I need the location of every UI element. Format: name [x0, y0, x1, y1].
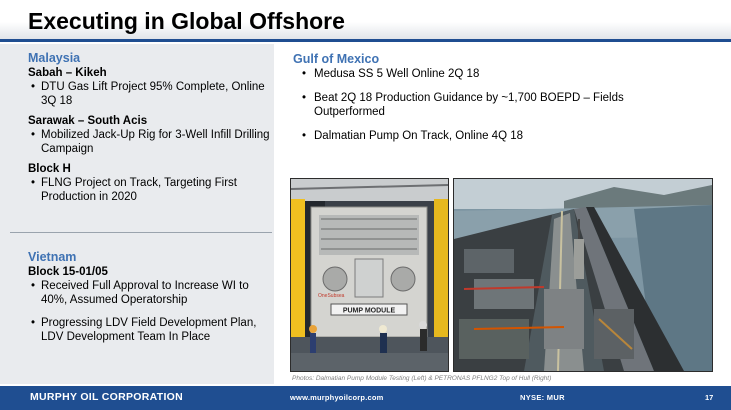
- group-heading: Sabah – Kikeh: [28, 67, 107, 79]
- group-heading: Block H: [28, 163, 71, 175]
- pump-module-illustration: PUMP MODULE OneSubsea: [291, 179, 448, 371]
- pump-module-sign: PUMP MODULE: [343, 308, 396, 315]
- flng-hull-photo: [453, 178, 713, 372]
- bullet-glyph: •: [31, 177, 36, 189]
- page-title: Executing in Global Offshore: [28, 8, 345, 34]
- footer-bar: MURPHY OIL CORPORATION www.murphyoilcorp…: [0, 386, 731, 410]
- bullet-text: DTU Gas Lift Project 95% Complete, Onlin…: [41, 81, 265, 107]
- bullet-text: Beat 2Q 18 Production Guidance by ~1,700…: [314, 92, 624, 118]
- group-heading: Block 15-01/05: [28, 266, 108, 278]
- bullet-item: • Dalmatian Pump On Track, Online 4Q 18: [299, 129, 713, 143]
- bullet-text: FLNG Project on Track, Targeting First P…: [41, 177, 237, 203]
- bullet-item: • Progressing LDV Field Development Plan…: [28, 316, 270, 344]
- bullet-glyph: •: [31, 280, 36, 292]
- region-heading-malaysia: Malaysia: [28, 51, 81, 65]
- title-rule: [0, 39, 731, 42]
- bullet-text: Mobilized Jack-Up Rig for 3-Well Infill …: [41, 129, 270, 155]
- bullet-text: Dalmatian Pump On Track, Online 4Q 18: [314, 130, 524, 142]
- pump-module-photo: PUMP MODULE OneSubsea: [290, 178, 449, 372]
- bullet-text: Medusa SS 5 Well Online 2Q 18: [314, 68, 480, 80]
- bullet-item: • Received Full Approval to Increase WI …: [28, 279, 270, 307]
- bullet-glyph: •: [31, 129, 36, 141]
- photo-caption: Photos: Dalmatian Pump Module Testing (L…: [292, 375, 552, 382]
- bullet-text: Received Full Approval to Increase WI to…: [41, 280, 249, 306]
- page-number: 17: [705, 393, 714, 402]
- footer-url[interactable]: www.murphyoilcorp.com: [290, 393, 384, 402]
- footer-ticker: NYSE: MUR: [520, 393, 565, 402]
- title-bar: Executing in Global Offshore: [0, 0, 731, 40]
- panel-divider: [10, 232, 272, 233]
- region-heading-gulf-of-mexico: Gulf of Mexico: [293, 52, 380, 66]
- bullet-item: • Beat 2Q 18 Production Guidance by ~1,7…: [299, 91, 664, 119]
- bullet-glyph: •: [302, 68, 307, 80]
- vietnam-section: Vietnam Block 15-01/05 • Received Full A…: [28, 250, 270, 344]
- bullet-glyph: •: [302, 92, 307, 104]
- malaysia-section: Malaysia Sabah – Kikeh • DTU Gas Lift Pr…: [28, 51, 270, 204]
- group-heading: Sarawak – South Acis: [28, 115, 148, 127]
- bullet-text: Progressing LDV Field Development Plan, …: [41, 317, 257, 343]
- flng-hull-illustration: [454, 179, 712, 371]
- bullet-item: • FLNG Project on Track, Targeting First…: [28, 176, 270, 204]
- bullet-item: • DTU Gas Lift Project 95% Complete, Onl…: [28, 80, 270, 108]
- onesubsea-logo: OneSubsea: [318, 293, 345, 299]
- bullet-item: • Medusa SS 5 Well Online 2Q 18: [299, 67, 713, 81]
- footer-company: MURPHY OIL CORPORATION: [30, 391, 184, 403]
- bullet-glyph: •: [302, 130, 307, 142]
- bullet-item: • Mobilized Jack-Up Rig for 3-Well Infil…: [28, 128, 270, 156]
- bullet-glyph: •: [31, 81, 36, 93]
- gulf-of-mexico-section: Gulf of Mexico • Medusa SS 5 Well Online…: [293, 52, 713, 143]
- region-heading-vietnam: Vietnam: [28, 250, 77, 264]
- bullet-glyph: •: [31, 317, 36, 329]
